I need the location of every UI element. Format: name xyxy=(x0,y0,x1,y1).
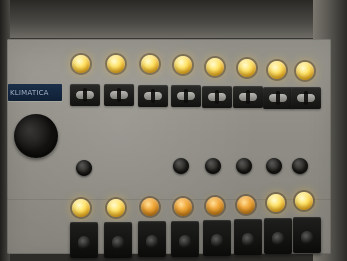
selector-switch-top-6[interactable] xyxy=(233,86,263,108)
background-top xyxy=(0,0,347,38)
indicator-lamp-top-8 xyxy=(296,62,314,80)
selector-switch-top-2[interactable] xyxy=(104,84,134,106)
toggle-switch-bottom-4[interactable] xyxy=(171,221,199,257)
indicator-lamp-top-6 xyxy=(238,59,256,77)
selector-switch-top-5[interactable] xyxy=(202,86,232,108)
toggle-switch-bottom-7[interactable] xyxy=(264,218,292,254)
selector-switch-top-8[interactable] xyxy=(291,87,321,109)
label-plate-text: KLIMATICA xyxy=(10,89,49,97)
toggle-switch-bottom-1[interactable] xyxy=(70,222,98,258)
selector-switch-top-3[interactable] xyxy=(138,85,168,107)
indicator-lamp-top-2 xyxy=(107,55,125,73)
rotary-knob[interactable] xyxy=(14,114,58,158)
toggle-switch-bottom-6[interactable] xyxy=(234,219,262,255)
indicator-lamp-top-1 xyxy=(72,55,90,73)
small-knob-6[interactable] xyxy=(292,158,308,174)
toggle-switch-bottom-8[interactable] xyxy=(293,217,321,253)
selector-switch-top-7[interactable] xyxy=(263,87,293,109)
indicator-lamp-top-7 xyxy=(268,61,286,79)
indicator-lamp-bottom-4 xyxy=(174,198,192,216)
indicator-lamp-bottom-5 xyxy=(206,197,224,215)
small-knob-1[interactable] xyxy=(76,160,92,176)
indicator-lamp-bottom-1 xyxy=(72,199,90,217)
scene: KLIMATICA xyxy=(0,0,347,261)
toggle-switch-bottom-2[interactable] xyxy=(104,222,132,258)
indicator-lamp-bottom-2 xyxy=(107,199,125,217)
indicator-lamp-bottom-7 xyxy=(267,194,285,212)
small-knob-3[interactable] xyxy=(205,158,221,174)
indicator-lamp-top-3 xyxy=(141,55,159,73)
indicator-lamp-bottom-3 xyxy=(141,198,159,216)
selector-switch-top-4[interactable] xyxy=(171,85,201,107)
indicator-lamp-bottom-6 xyxy=(237,196,255,214)
selector-switch-top-1[interactable] xyxy=(70,84,100,106)
toggle-switch-bottom-5[interactable] xyxy=(203,220,231,256)
small-knob-5[interactable] xyxy=(266,158,282,174)
indicator-lamp-top-5 xyxy=(206,58,224,76)
indicator-lamp-bottom-8 xyxy=(295,192,313,210)
small-knob-2[interactable] xyxy=(173,158,189,174)
indicator-lamp-top-4 xyxy=(174,56,192,74)
toggle-switch-bottom-3[interactable] xyxy=(138,221,166,257)
small-knob-4[interactable] xyxy=(236,158,252,174)
